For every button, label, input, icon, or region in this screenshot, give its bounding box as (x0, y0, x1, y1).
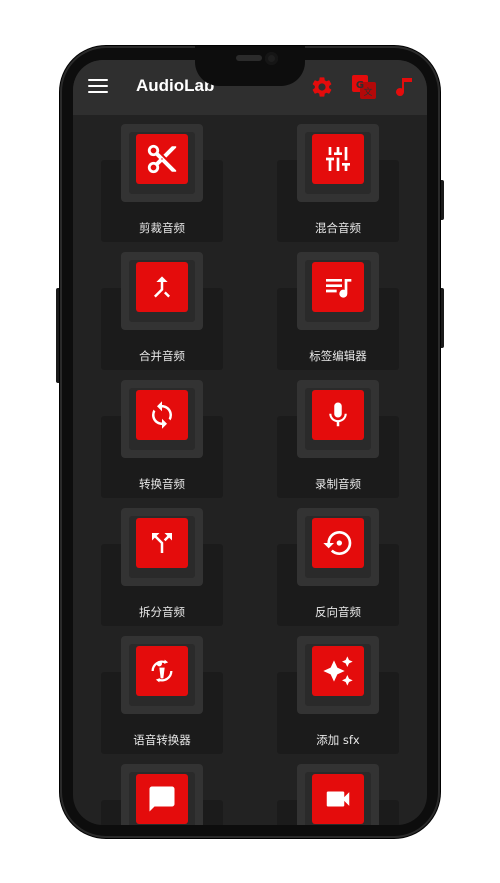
svg-text:文: 文 (363, 86, 372, 98)
music-note-icon[interactable] (393, 75, 417, 99)
speaker-grille (236, 55, 262, 61)
tool-label: 标签编辑器 (309, 349, 367, 363)
tool-label: 混合音频 (315, 221, 361, 235)
scissors-icon (136, 134, 188, 184)
equalizer-sliders-icon (312, 134, 364, 184)
app-screen: AudioLab G 文 剪裁音频 混合音频 合并音频 标签编辑器 转换音频 录… (73, 60, 427, 825)
tool-card-video-audio[interactable] (277, 764, 399, 825)
video-audio-icon (312, 774, 364, 824)
tool-label: 合并音频 (139, 349, 185, 363)
tool-card-split-audio[interactable]: 拆分音频 (101, 508, 223, 628)
front-camera (265, 52, 278, 65)
tool-card-voice-changer[interactable]: 语音转换器 (101, 636, 223, 756)
tool-label: 反向音频 (315, 605, 361, 619)
tool-card-tag-editor[interactable]: 标签编辑器 (277, 252, 399, 372)
tool-card-feedback[interactable] (101, 764, 223, 825)
tool-card-convert-audio[interactable]: 转换音频 (101, 380, 223, 500)
merge-arrow-icon (136, 262, 188, 312)
feedback-icon (136, 774, 188, 824)
microphone-icon (312, 390, 364, 440)
split-arrow-icon (136, 518, 188, 568)
tool-label: 转换音频 (139, 477, 185, 491)
settings-icon[interactable] (310, 75, 334, 99)
tool-label: 拆分音频 (139, 605, 185, 619)
translate-icon[interactable]: G 文 (351, 74, 377, 100)
tool-card-add-sfx[interactable]: 添加 sfx (277, 636, 399, 756)
tool-card-mix-audio[interactable]: 混合音频 (277, 124, 399, 244)
sparkles-icon (312, 646, 364, 696)
tool-card-reverse-audio[interactable]: 反向音频 (277, 508, 399, 628)
tool-label: 录制音频 (315, 477, 361, 491)
tool-card-merge-audio[interactable]: 合并音频 (101, 252, 223, 372)
tool-card-trim-audio[interactable]: 剪裁音频 (101, 124, 223, 244)
playlist-music-icon (312, 262, 364, 312)
camera-notch (195, 46, 305, 86)
voice-change-icon (136, 646, 188, 696)
menu-icon[interactable] (88, 79, 108, 95)
tool-label: 添加 sfx (316, 733, 360, 747)
tool-label: 剪裁音频 (139, 221, 185, 235)
restore-icon (312, 518, 364, 568)
tool-card-record-audio[interactable]: 录制音频 (277, 380, 399, 500)
sync-icon (136, 390, 188, 440)
tool-label: 语音转换器 (133, 733, 191, 747)
